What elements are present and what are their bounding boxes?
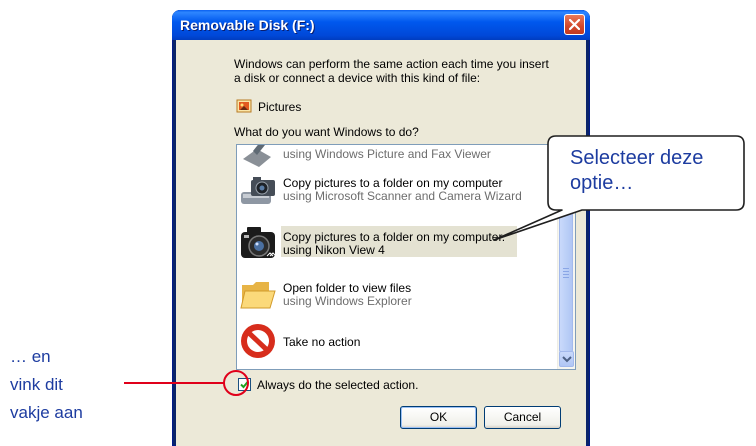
annotation-line-1: … en — [10, 347, 51, 366]
annotation-line-3: vakje aan — [10, 403, 83, 422]
checkbox-annotation: … en vink dit vakje aan — [10, 343, 130, 427]
annotation-line-2: vink dit — [10, 375, 63, 394]
callout-line-1: Selecteer deze — [570, 147, 704, 169]
callout-text: Selecteer deze optie… — [570, 146, 756, 196]
checkbox-highlight-circle — [223, 370, 249, 396]
callout-line-2: optie… — [570, 172, 634, 194]
